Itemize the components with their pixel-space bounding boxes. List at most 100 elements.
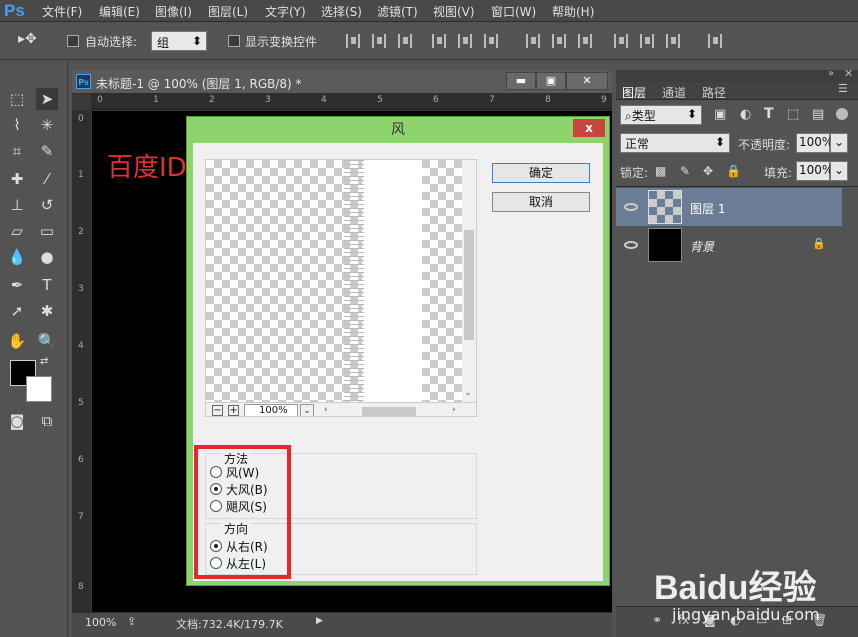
- hscroll-thumb[interactable]: [362, 407, 416, 416]
- lock-position-icon[interactable]: ✥: [703, 164, 713, 178]
- show-transform-checkbox[interactable]: [228, 35, 240, 47]
- eye-icon[interactable]: [624, 241, 638, 249]
- zoom-tool-icon[interactable]: 🔍: [36, 330, 58, 352]
- scroll-down-icon[interactable]: ⌄: [464, 388, 472, 398]
- distribute-vcenter-icon[interactable]: [552, 34, 566, 48]
- clone-stamp-icon[interactable]: ⊥: [6, 194, 28, 216]
- cancel-button[interactable]: 取消: [492, 192, 590, 212]
- auto-select-checkbox[interactable]: [67, 35, 79, 47]
- maximize-icon[interactable]: ▣: [536, 72, 566, 90]
- layer-name[interactable]: 背景: [690, 238, 714, 255]
- path-select-icon[interactable]: ➚: [6, 300, 28, 322]
- blend-mode-dropdown[interactable]: 正常 ⬍: [620, 133, 730, 153]
- align-hcenter-icon[interactable]: [458, 34, 472, 48]
- screen-mode-icon[interactable]: ⧉: [36, 410, 58, 432]
- pen-tool-icon[interactable]: ✒: [6, 274, 28, 296]
- auto-align-icon[interactable]: [708, 34, 722, 48]
- healing-brush-icon[interactable]: ✚: [6, 168, 28, 190]
- close-icon[interactable]: ✕: [566, 72, 608, 90]
- fill-field[interactable]: 100%: [796, 161, 833, 181]
- distribute-bottom-icon[interactable]: [578, 34, 592, 48]
- filter-shape-icon[interactable]: ⬚: [787, 107, 799, 122]
- zoom-field[interactable]: 100%: [244, 404, 298, 416]
- align-left-icon[interactable]: [432, 34, 446, 48]
- zoom-in-icon[interactable]: +: [228, 405, 239, 416]
- status-menu-arrow-icon[interactable]: ▶: [316, 616, 323, 626]
- lasso-tool-icon[interactable]: ⌇: [6, 114, 28, 136]
- panel-close-icon[interactable]: ✕: [844, 67, 853, 80]
- marquee-tool-icon[interactable]: ⬚: [6, 88, 28, 110]
- distribute-top-icon[interactable]: [526, 34, 540, 48]
- dialog-close-button[interactable]: x: [573, 119, 605, 137]
- tab-paths[interactable]: 路径: [702, 84, 726, 101]
- ok-button[interactable]: 确定: [492, 163, 590, 183]
- align-vcenter-icon[interactable]: [372, 34, 386, 48]
- distribute-hcenter-icon[interactable]: [640, 34, 654, 48]
- filter-pixel-icon[interactable]: ▣: [714, 107, 726, 122]
- move-tool-icon[interactable]: ➤: [36, 88, 58, 110]
- type-tool-icon[interactable]: T: [36, 274, 58, 296]
- move-tool-icon[interactable]: ▸✥: [18, 31, 37, 47]
- menu-filter[interactable]: 滤镜(T): [377, 3, 418, 20]
- eyedropper-icon[interactable]: ✎: [36, 140, 58, 162]
- align-top-icon[interactable]: [346, 34, 360, 48]
- layer-kind-filter[interactable]: ⌕类型 ⬍: [620, 105, 702, 125]
- menu-image[interactable]: 图像(I): [155, 3, 192, 20]
- custom-shape-icon[interactable]: ✱: [36, 300, 58, 322]
- brush-tool-icon[interactable]: ⁄: [36, 168, 58, 190]
- preview-vscroll[interactable]: ⌄: [462, 160, 476, 402]
- layer-row-layer1[interactable]: 图层 1: [616, 188, 842, 226]
- menu-view[interactable]: 视图(V): [433, 3, 475, 20]
- layer-name[interactable]: 图层 1: [690, 200, 725, 217]
- minimize-icon[interactable]: ▬: [506, 72, 536, 90]
- menu-file[interactable]: 文件(F): [42, 3, 82, 20]
- align-bottom-icon[interactable]: [398, 34, 412, 48]
- menu-layer[interactable]: 图层(L): [208, 3, 248, 20]
- magic-wand-icon[interactable]: ✳: [36, 114, 58, 136]
- filter-smart-icon[interactable]: ▤: [812, 107, 824, 122]
- quick-mask-icon[interactable]: ◙: [6, 410, 28, 432]
- menu-edit[interactable]: 编辑(E): [99, 3, 140, 20]
- filter-toggle-icon[interactable]: [836, 108, 848, 120]
- menu-select[interactable]: 选择(S): [321, 3, 362, 20]
- tab-channels[interactable]: 通道: [662, 84, 686, 101]
- tab-layers[interactable]: 图层: [622, 84, 646, 101]
- panel-menu-icon[interactable]: ☰: [838, 82, 848, 95]
- zoom-dropdown-icon[interactable]: ⌄: [300, 404, 314, 416]
- lock-pixels-icon[interactable]: ✎: [680, 164, 690, 178]
- export-icon[interactable]: ⇪: [127, 615, 136, 628]
- menu-type[interactable]: 文字(Y): [265, 3, 306, 20]
- eye-icon[interactable]: [624, 203, 638, 211]
- zoom-level[interactable]: 100%: [85, 616, 116, 629]
- align-right-icon[interactable]: [484, 34, 498, 48]
- lock-transparency-icon[interactable]: ▩: [655, 164, 666, 178]
- scroll-right-icon[interactable]: ›: [452, 405, 456, 415]
- link-layers-icon[interactable]: ⚭: [652, 613, 662, 627]
- menu-window[interactable]: 窗口(W): [491, 3, 536, 20]
- vscroll-thumb[interactable]: [464, 230, 474, 340]
- crop-tool-icon[interactable]: ⌗: [6, 140, 28, 162]
- fill-dropdown-icon[interactable]: ⌄: [830, 161, 848, 181]
- scroll-left-icon[interactable]: ‹: [324, 405, 328, 415]
- blur-tool-icon[interactable]: 💧: [6, 246, 28, 268]
- layer-row-background[interactable]: 背景 🔒: [616, 226, 842, 264]
- auto-select-dropdown[interactable]: 组 ⬍: [151, 31, 207, 51]
- dodge-tool-icon[interactable]: ●: [36, 246, 58, 268]
- eraser-tool-icon[interactable]: ▱: [6, 220, 28, 242]
- filter-type-icon[interactable]: T: [764, 106, 774, 122]
- menu-help[interactable]: 帮助(H): [552, 3, 594, 20]
- history-brush-icon[interactable]: ↺: [36, 194, 58, 216]
- collapse-icon[interactable]: »: [828, 68, 834, 79]
- zoom-out-icon[interactable]: −: [212, 405, 223, 416]
- document-tab[interactable]: Ps 未标题-1 @ 100% (图层 1, RGB/8) * ▬ ▣ ✕: [72, 70, 612, 94]
- distribute-right-icon[interactable]: [666, 34, 680, 48]
- opacity-dropdown-icon[interactable]: ⌄: [830, 133, 848, 153]
- filter-adjust-icon[interactable]: ◐: [740, 107, 751, 122]
- swap-colors-icon[interactable]: ⇄: [40, 356, 48, 367]
- lock-all-icon[interactable]: 🔒: [726, 164, 741, 178]
- hand-tool-icon[interactable]: ✋: [6, 330, 28, 352]
- distribute-left-icon[interactable]: [614, 34, 628, 48]
- opacity-field[interactable]: 100%: [796, 133, 833, 153]
- gradient-tool-icon[interactable]: ▭: [36, 220, 58, 242]
- filter-preview[interactable]: ⌄ − + 100% ⌄ ‹ ›: [205, 159, 477, 417]
